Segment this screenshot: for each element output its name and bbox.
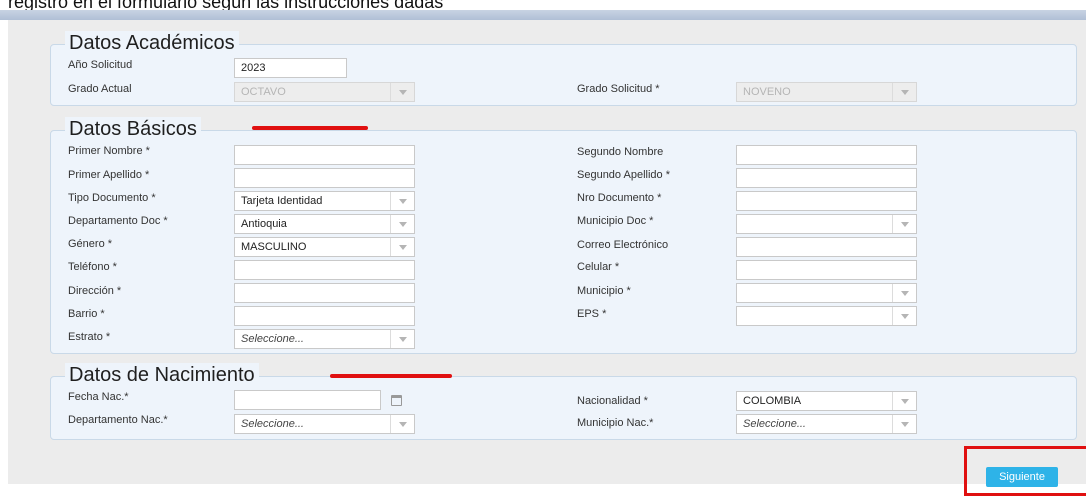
grado-actual-label: Grado Actual: [68, 83, 132, 95]
grado-solicitud-select[interactable]: NOVENO: [736, 82, 917, 102]
primer-apellido-label: Primer Apellido *: [68, 169, 150, 181]
segundo-nombre-field[interactable]: [736, 145, 917, 165]
chevron-down-icon: [390, 83, 414, 101]
direccion-label: Dirección *: [68, 285, 122, 297]
tipo-documento-value: Tarjeta Identidad: [241, 195, 323, 207]
primer-nombre-field[interactable]: [234, 145, 415, 165]
municipio-doc-select[interactable]: [736, 214, 917, 234]
chevron-down-icon: [892, 307, 916, 325]
section-title-nacimiento: Datos de Nacimiento: [65, 363, 259, 387]
barrio-field[interactable]: [234, 306, 415, 326]
nacionalidad-label: Nacionalidad *: [577, 395, 648, 407]
departamento-doc-value: Antioquia: [241, 218, 287, 230]
chevron-down-icon: [892, 392, 916, 410]
estrato-select[interactable]: Seleccione...: [234, 329, 415, 349]
municipio-nac-select[interactable]: Seleccione...: [736, 414, 917, 434]
grado-solicitud-value: NOVENO: [743, 86, 791, 98]
grado-solicitud-label: Grado Solicitud *: [577, 83, 660, 95]
chevron-down-icon: [892, 284, 916, 302]
calendar-icon[interactable]: [391, 395, 402, 406]
direccion-field[interactable]: [234, 283, 415, 303]
municipio-nac-label: Municipio Nac.*: [577, 417, 654, 429]
correo-label: Correo Electrónico: [577, 239, 669, 251]
grado-actual-select[interactable]: OCTAVO: [234, 82, 415, 102]
anio-solicitud-field[interactable]: 2023: [234, 58, 347, 78]
celular-field[interactable]: [736, 260, 917, 280]
telefono-label: Teléfono *: [68, 261, 117, 273]
chevron-down-icon: [390, 238, 414, 256]
chevron-down-icon: [892, 215, 916, 233]
departamento-nac-label: Departamento Nac.*: [68, 414, 168, 426]
tipo-documento-label: Tipo Documento *: [68, 192, 156, 204]
eps-label: EPS *: [577, 308, 607, 320]
departamento-nac-value: Seleccione...: [241, 418, 304, 430]
municipio-select[interactable]: [736, 283, 917, 303]
nro-documento-label: Nro Documento *: [577, 192, 662, 204]
segundo-nombre-label: Segundo Nombre: [577, 146, 664, 158]
nacionalidad-value: COLOMBIA: [743, 395, 802, 407]
section-title-basicos: Datos Básicos: [65, 117, 201, 141]
tipo-documento-select[interactable]: Tarjeta Identidad: [234, 191, 415, 211]
genero-value: MASCULINO: [241, 241, 307, 253]
celular-label: Celular *: [577, 261, 620, 273]
departamento-doc-label: Departamento Doc *: [68, 215, 168, 227]
segundo-apellido-field[interactable]: [736, 168, 917, 188]
top-bar: [0, 10, 1086, 20]
section-datos-nacimiento: Datos de Nacimiento Fecha Nac.* Nacional…: [50, 363, 1077, 440]
barrio-label: Barrio *: [68, 308, 105, 320]
chevron-down-icon: [892, 83, 916, 101]
chevron-down-icon: [390, 215, 414, 233]
chevron-down-icon: [390, 192, 414, 210]
primer-apellido-field[interactable]: [234, 168, 415, 188]
next-button[interactable]: Siguiente: [986, 467, 1058, 487]
section-datos-basicos: Datos Básicos Primer Nombre * Segundo No…: [50, 117, 1077, 354]
chevron-down-icon: [892, 415, 916, 433]
section-title-academicos: Datos Académicos: [65, 31, 239, 55]
grado-actual-value: OCTAVO: [241, 86, 286, 98]
correo-field[interactable]: [736, 237, 917, 257]
anio-solicitud-label: Año Solicitud: [68, 59, 133, 71]
municipio-doc-label: Municipio Doc *: [577, 215, 654, 227]
fecha-nac-field[interactable]: [234, 390, 381, 410]
nro-documento-field[interactable]: [736, 191, 917, 211]
estrato-label: Estrato *: [68, 331, 111, 343]
departamento-doc-select[interactable]: Antioquia: [234, 214, 415, 234]
fecha-nac-label: Fecha Nac.*: [68, 391, 129, 403]
primer-nombre-label: Primer Nombre *: [68, 145, 150, 157]
genero-label: Género *: [68, 238, 113, 250]
municipio-label: Municipio *: [577, 285, 631, 297]
anio-solicitud-value: 2023: [241, 62, 266, 74]
segundo-apellido-label: Segundo Apellido *: [577, 169, 670, 181]
telefono-field[interactable]: [234, 260, 415, 280]
chevron-down-icon: [390, 415, 414, 433]
departamento-nac-select[interactable]: Seleccione...: [234, 414, 415, 434]
top-caption: registro en el formulario según las inst…: [8, 0, 444, 10]
eps-select[interactable]: [736, 306, 917, 326]
section-datos-academicos: Datos Académicos Año Solicitud 2023 Grad…: [50, 31, 1077, 106]
nacionalidad-select[interactable]: COLOMBIA: [736, 391, 917, 411]
annotation-underline-basicos: [252, 126, 368, 130]
municipio-nac-value: Seleccione...: [743, 418, 806, 430]
estrato-value: Seleccione...: [241, 333, 304, 345]
chevron-down-icon: [390, 330, 414, 348]
annotation-underline-nacimiento: [330, 374, 452, 378]
genero-select[interactable]: MASCULINO: [234, 237, 415, 257]
